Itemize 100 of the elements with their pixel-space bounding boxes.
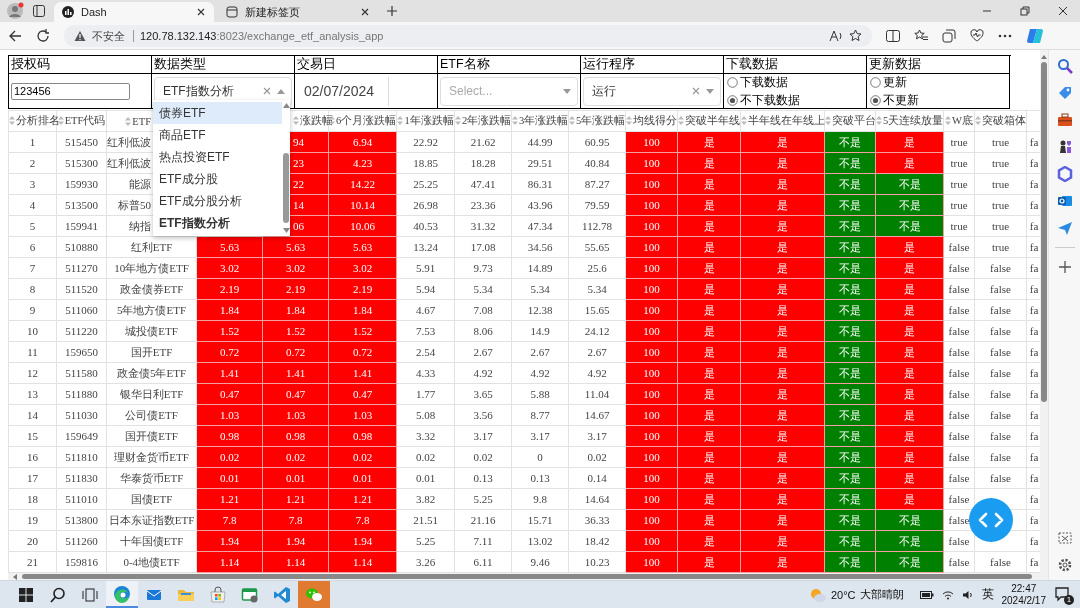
close-icon[interactable] (1058, 6, 1068, 16)
table-cell: 511520 (56, 278, 107, 300)
collections-icon[interactable] (942, 28, 956, 43)
column-header[interactable]: 2年涨跌幅 (454, 110, 512, 132)
toolbox-icon[interactable] (1056, 112, 1073, 128)
hexagon-icon[interactable] (1056, 166, 1073, 182)
scrollbar-thumb[interactable] (283, 153, 289, 223)
column-header[interactable]: 半年线在年线上 (740, 110, 825, 132)
table-cell: 0 (511, 446, 569, 468)
scroll-up-icon[interactable] (1041, 54, 1047, 59)
column-header[interactable]: 5天连续放量 (875, 110, 944, 132)
profile-icon[interactable] (6, 2, 24, 20)
close-icon[interactable] (196, 7, 206, 17)
favorite-icon[interactable] (849, 29, 862, 42)
column-header[interactable]: W底 (943, 110, 975, 132)
column-header[interactable]: 突破箱体 (974, 110, 1027, 132)
refresh-icon[interactable] (36, 28, 50, 43)
battery-icon[interactable] (919, 589, 934, 600)
scroll-up-icon[interactable] (282, 103, 290, 108)
field-label: ETF名称 (438, 56, 581, 74)
back-icon[interactable] (8, 28, 22, 43)
column-header[interactable]: 1年涨跌幅 (396, 110, 455, 132)
scrollbar-thumb[interactable] (22, 574, 1032, 579)
column-header[interactable]: 5年涨跌幅 (568, 110, 626, 132)
start-icon[interactable] (17, 585, 35, 604)
settings-icon[interactable] (1056, 557, 1073, 573)
clear-icon[interactable] (263, 87, 271, 95)
clear-icon[interactable] (692, 87, 700, 95)
address-bar[interactable]: 不安全 120.78.132.143:8023/exchange_etf_analysis_app (64, 24, 872, 47)
table-cell: 25.25 (396, 173, 455, 195)
input-method-indicator[interactable]: 英 (981, 586, 994, 603)
weather-text: 大部晴朗 (859, 587, 904, 602)
radio-button[interactable] (870, 94, 881, 106)
table-cell: 21.51 (396, 509, 455, 531)
table-cell: false (943, 404, 975, 426)
table-cell: 7.08 (454, 299, 512, 321)
sort-icon[interactable] (57, 116, 64, 125)
table-cell: 511030 (56, 404, 107, 426)
table-cell: 3.17 (454, 425, 512, 447)
scroll-down-icon[interactable] (282, 228, 290, 233)
vscode-icon[interactable] (273, 585, 291, 604)
tab-actions-icon[interactable] (32, 4, 46, 18)
heart-icon[interactable] (970, 29, 984, 42)
dev-tools-button[interactable] (969, 498, 1013, 542)
table-cell: 87.27 (568, 173, 626, 195)
split-screen-icon[interactable] (886, 29, 900, 42)
radio-button[interactable] (870, 76, 881, 88)
table-cell: 43.96 (511, 194, 569, 216)
date-field[interactable]: 02/07/2024 (297, 76, 389, 106)
table-cell: false (943, 320, 975, 342)
notification-icon[interactable] (1054, 585, 1070, 602)
remote-icon[interactable] (241, 585, 259, 604)
new-tab-icon[interactable] (386, 5, 398, 17)
dropdown-option[interactable]: 债券ETF (153, 102, 282, 124)
radio-label: 更新 (883, 73, 907, 91)
close-icon[interactable] (360, 7, 370, 17)
more-icon[interactable] (998, 33, 1012, 38)
send-icon[interactable] (1056, 220, 1073, 236)
warning-icon (74, 29, 86, 42)
store-icon[interactable] (209, 585, 227, 604)
browser-tab[interactable]: 新建标签页 (218, 2, 378, 22)
table-cell: 9.46 (511, 551, 569, 573)
text-field[interactable]: 123456 (11, 82, 130, 100)
read-aloud-icon[interactable] (829, 29, 843, 42)
table-cell: 2.54 (396, 341, 455, 363)
search-icon[interactable] (1056, 58, 1073, 74)
column-header[interactable]: 突破平台 (824, 110, 876, 132)
column-header[interactable]: 分析排名 (8, 110, 57, 132)
wifi-icon[interactable] (941, 589, 954, 600)
volume-icon[interactable] (961, 589, 974, 600)
table-cell: 515450 (56, 131, 107, 153)
clock-time: 22:47 (1011, 582, 1037, 595)
sort-icon[interactable] (329, 116, 335, 125)
table-cell: 0.13 (511, 467, 569, 489)
table-cell: false (943, 278, 975, 300)
table-cell: 159941 (56, 215, 107, 237)
caret-icon[interactable] (277, 88, 285, 94)
scroll-left-icon[interactable] (12, 573, 18, 580)
caret-icon[interactable] (706, 88, 714, 94)
add-icon[interactable] (1056, 259, 1073, 275)
radio-button[interactable] (727, 94, 738, 106)
search-icon[interactable] (49, 585, 67, 604)
radio-button[interactable] (727, 76, 738, 88)
select-field[interactable]: 运行 (583, 76, 721, 106)
scrollbar-thumb[interactable] (1041, 62, 1047, 402)
column-header[interactable]: 均线得分 (625, 110, 678, 132)
edge-icon[interactable] (113, 584, 131, 603)
restore-icon[interactable] (1020, 6, 1030, 16)
mail-icon[interactable] (1056, 193, 1073, 209)
table-cell: 40.53 (396, 215, 455, 237)
column-header[interactable]: 3年涨跌幅 (511, 110, 569, 132)
favorites-icon[interactable] (914, 29, 928, 42)
browser-tab[interactable]: Dash (54, 2, 214, 22)
task-view-icon[interactable] (81, 585, 99, 604)
screenshot-icon[interactable] (1056, 530, 1073, 546)
copilot-icon[interactable] (1026, 26, 1044, 45)
caret-icon[interactable] (563, 88, 571, 94)
table-cell: false (943, 551, 975, 573)
table-cell: 城投债ETF (106, 320, 197, 342)
column-header[interactable]: 突破半年线 (677, 110, 741, 132)
